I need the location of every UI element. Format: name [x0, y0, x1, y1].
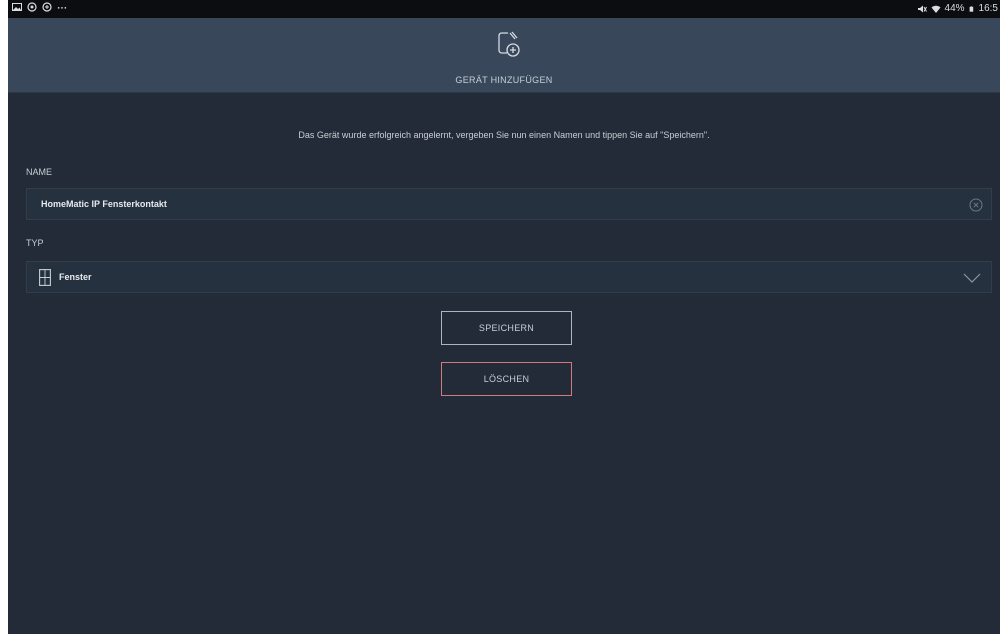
add-device-icon: [498, 31, 520, 57]
more-dots-icon: [57, 7, 67, 9]
app-icon-2: [42, 2, 52, 12]
name-value: HomeMatic IP Fensterkontakt: [41, 199, 167, 209]
chevron-down-icon[interactable]: [963, 272, 981, 284]
mute-icon: [917, 5, 927, 12]
battery-percent: 44%: [944, 3, 965, 14]
status-left: [12, 2, 67, 12]
page-header: GERÄT HINZUFÜGEN: [8, 18, 1000, 93]
type-value: Fenster: [59, 272, 92, 282]
gallery-icon: [12, 3, 22, 11]
wifi-icon: [931, 5, 941, 13]
status-right: 44% 16:5: [917, 3, 998, 14]
status-time: 16:5: [978, 3, 998, 14]
name-label: NAME: [26, 167, 53, 177]
clear-icon[interactable]: [969, 198, 983, 212]
save-button[interactable]: SPEICHERN: [441, 311, 572, 345]
delete-button[interactable]: LÖSCHEN: [441, 362, 572, 396]
instruction-text: Das Gerät wurde erfolgreich angelernt, v…: [298, 130, 710, 140]
name-field[interactable]: HomeMatic IP Fensterkontakt: [26, 188, 992, 220]
app-icon: [27, 2, 37, 12]
battery-icon: [969, 5, 973, 12]
status-bar: 44% 16:5: [8, 0, 1000, 18]
app-screen: 44% 16:5 GERÄT HINZUFÜGEN Das Gerät wurd…: [8, 0, 1000, 634]
type-label: TYP: [26, 238, 44, 248]
page-title: GERÄT HINZUFÜGEN: [455, 75, 553, 85]
type-select[interactable]: Fenster: [26, 261, 992, 293]
window-icon: [39, 269, 51, 286]
